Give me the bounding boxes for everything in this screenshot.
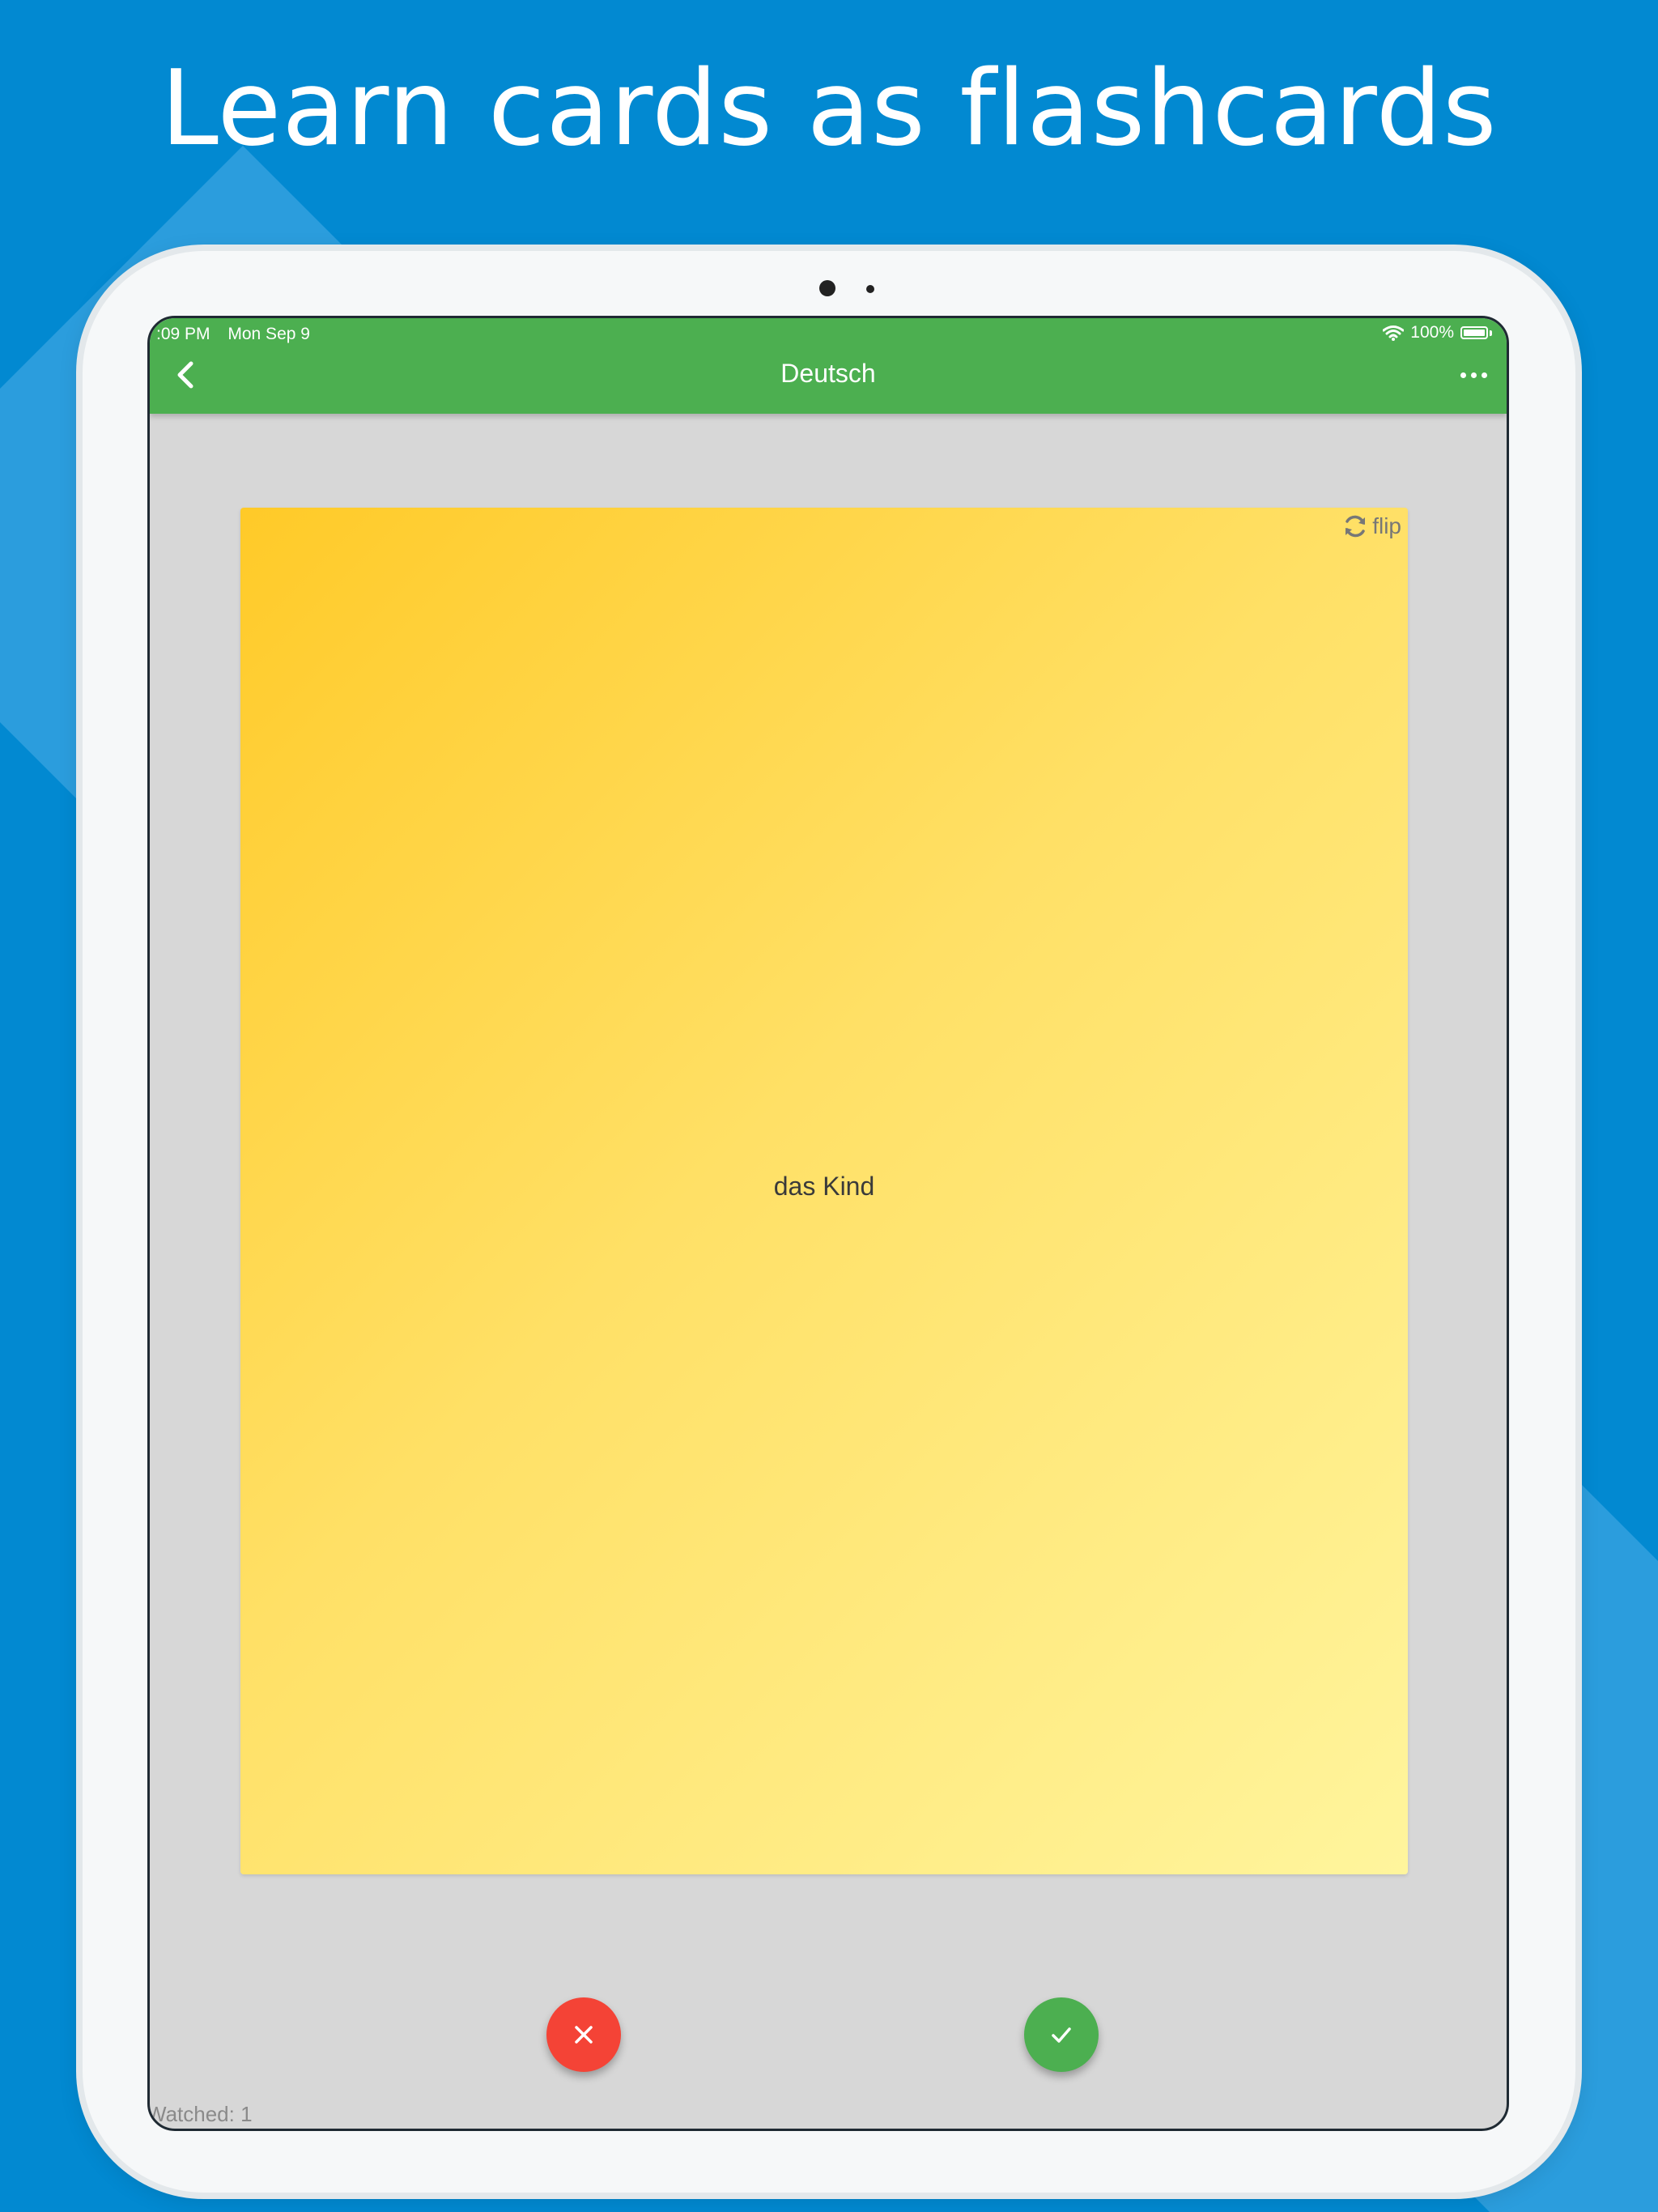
sensor-dot [866, 285, 874, 293]
more-horizontal-icon [1460, 372, 1466, 378]
status-date: Mon Sep 9 [227, 325, 310, 343]
refresh-icon [1346, 515, 1366, 538]
battery-icon [1460, 326, 1488, 339]
more-horizontal-icon [1481, 372, 1487, 378]
watched-counter: Watched: 1 [147, 2102, 253, 2126]
status-bar-left: :09 PM Mon Sep 9 [156, 325, 310, 344]
battery-percent: 100% [1410, 323, 1454, 342]
camera-dot [819, 280, 835, 296]
flashcard[interactable]: flip das Kind [240, 508, 1408, 1874]
tablet-frame: :09 PM Mon Sep 9 100% Deutsch flip das K… [83, 251, 1575, 2193]
wrong-answer-button[interactable] [546, 1997, 621, 2072]
app-bar: :09 PM Mon Sep 9 100% Deutsch [150, 318, 1507, 414]
status-time: :09 PM [156, 325, 210, 343]
app-screen: :09 PM Mon Sep 9 100% Deutsch flip das K… [147, 316, 1509, 2131]
wifi-icon [1383, 325, 1405, 341]
close-icon [575, 2026, 593, 2044]
flip-button[interactable]: flip [1341, 513, 1401, 540]
screen-title: Deutsch [780, 359, 876, 388]
status-bar-right: 100% [1383, 323, 1492, 342]
flip-label: flip [1372, 513, 1401, 538]
battery-tip [1490, 330, 1492, 336]
banner-headline: Learn cards as flashcards [160, 49, 1498, 169]
right-answer-button[interactable] [1024, 1997, 1099, 2072]
card-word: das Kind [773, 1172, 875, 1201]
check-icon [1052, 2027, 1071, 2043]
more-options-button[interactable] [1453, 359, 1494, 391]
more-horizontal-icon [1470, 372, 1477, 378]
